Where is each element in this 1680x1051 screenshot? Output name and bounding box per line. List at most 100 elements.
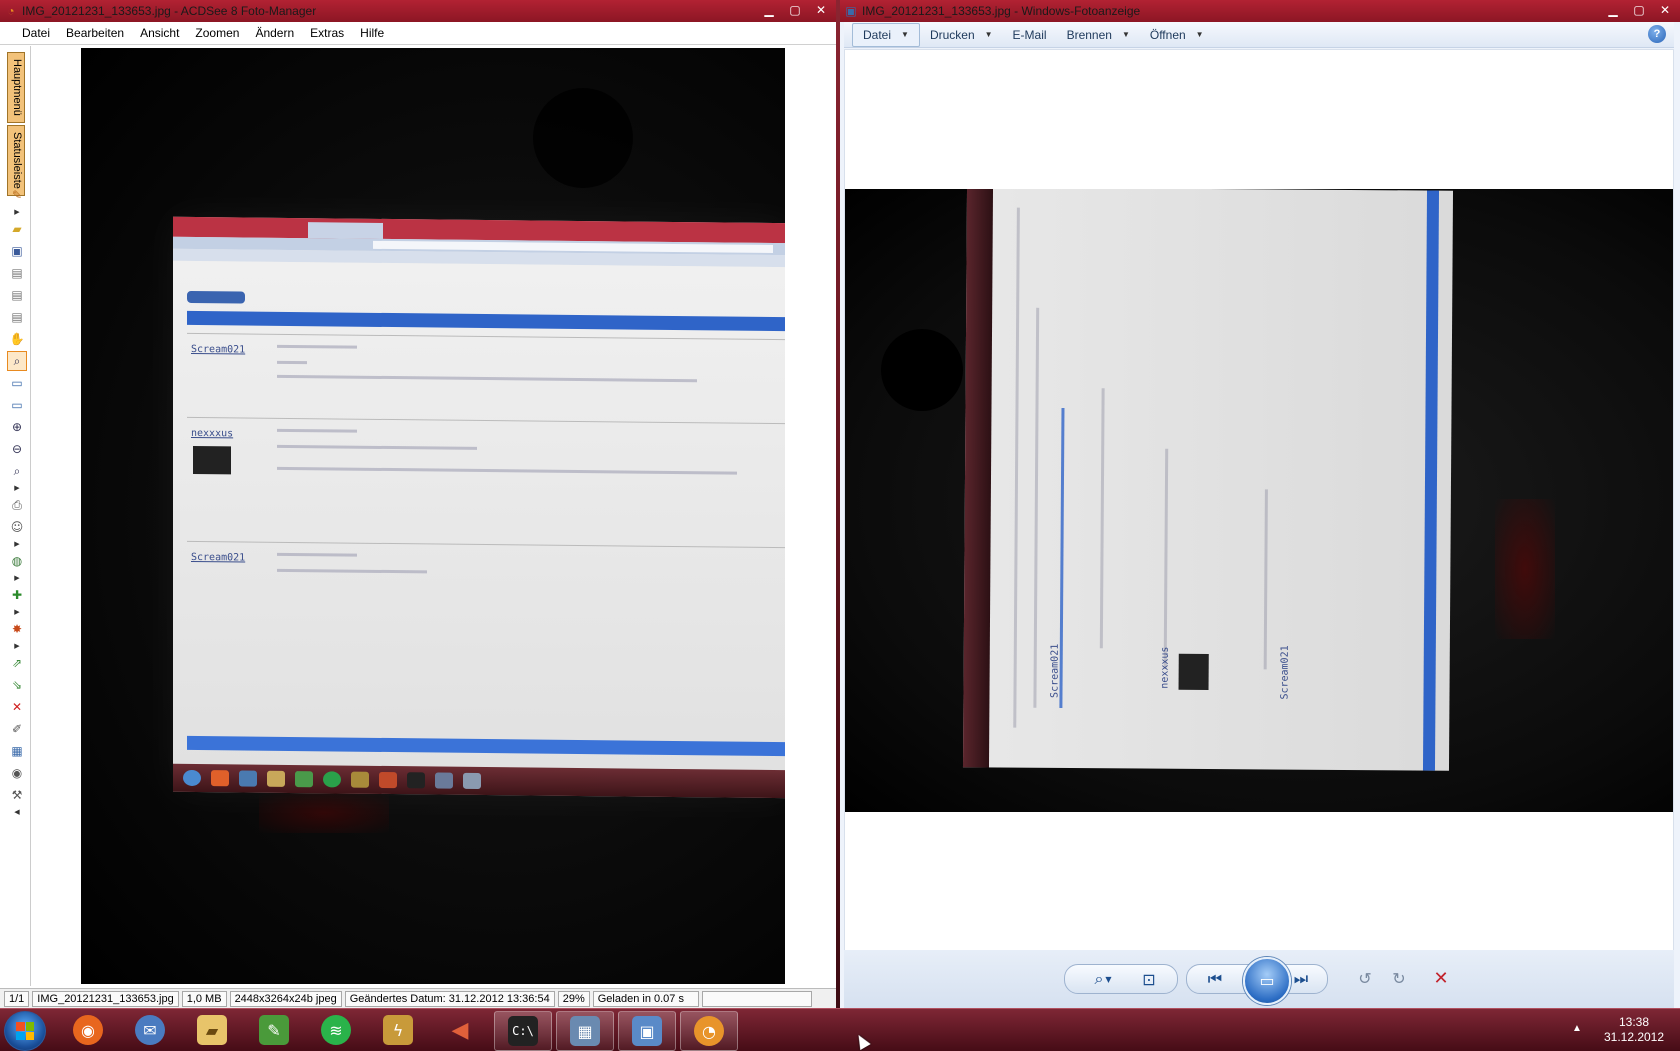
plugin-icon[interactable]: ✸ (8, 620, 26, 638)
image-icon[interactable]: ▤ (8, 264, 26, 282)
status-loaded: Geladen in 0.07 s (592, 990, 699, 1007)
chevron-right-icon[interactable]: ▶ (8, 608, 26, 616)
zoom-out-icon[interactable]: ⊖ (8, 440, 26, 458)
chevron-right-icon[interactable]: ▶ (8, 208, 26, 216)
window-controls: ▁ ▢ ✕ (758, 2, 832, 18)
clock-date: 31.12.2012 (1603, 1030, 1665, 1044)
print-icon[interactable]: ⎙ (8, 496, 26, 514)
taskbar-winamp[interactable]: ϟ (370, 1011, 426, 1049)
photo-username: nexxxus (191, 427, 234, 440)
photo-blue-bar (1422, 190, 1440, 771)
taskbar-volume[interactable]: ◀ (432, 1011, 488, 1049)
window-title: IMG_20121231_133653.jpg - ACDSee 8 Foto-… (22, 4, 317, 18)
photo-username: Scream021 (191, 551, 246, 564)
taskbar-firefox[interactable]: ◉ (60, 1011, 116, 1049)
cmd-datei[interactable]: Datei ▼ (852, 22, 920, 47)
taskbar-video[interactable]: ▦ (556, 1011, 614, 1051)
fit-icon[interactable]: ▭ (8, 396, 26, 414)
save-icon[interactable]: ▣ (8, 242, 26, 260)
chevron-right-icon[interactable]: ▶ (8, 642, 26, 650)
cmd-oeffnen[interactable]: Öffnen ▼ (1140, 24, 1214, 46)
acdsee-window: ◔ IMG_20121231_133653.jpg - ACDSee 8 Fot… (0, 0, 836, 1008)
image-icon[interactable]: ▤ (8, 286, 26, 304)
open-folder-icon[interactable]: ▰ (8, 220, 26, 238)
cmd-drucken[interactable]: Drucken ▼ (920, 24, 1003, 46)
rotate-left-icon[interactable]: ↺ (1352, 965, 1378, 991)
chevron-right-icon[interactable]: ▶ (8, 540, 26, 548)
acdsee-titlebar[interactable]: ◔ IMG_20121231_133653.jpg - ACDSee 8 Fot… (0, 0, 836, 22)
start-button[interactable] (4, 1011, 46, 1051)
zoom-icon[interactable]: ⌕ ▼ (1083, 966, 1123, 992)
menu-hilfe[interactable]: Hilfe (352, 26, 392, 40)
cmd-icon: C:\ (508, 1016, 538, 1046)
hand-icon[interactable]: ✋ (8, 330, 26, 348)
taskbar-acdsee[interactable]: ◔ (680, 1011, 738, 1051)
maximize-button[interactable]: ▢ (1628, 2, 1650, 18)
menu-ansicht[interactable]: Ansicht (132, 26, 187, 40)
taskbar-cmd[interactable]: C:\ (494, 1011, 552, 1051)
photo-avatar (1178, 653, 1209, 691)
actual-size-icon[interactable]: ⊡ (1131, 966, 1167, 992)
fit-icon[interactable]: ▭ (8, 374, 26, 392)
taskbar-thunderbird[interactable]: ✉ (122, 1011, 178, 1049)
chevron-down-icon: ▼ (984, 30, 993, 39)
slideshow-icon[interactable]: ▦ (8, 742, 26, 760)
slideshow-button[interactable]: ▭ (1243, 957, 1291, 1005)
photoviewer-icon: ▣ (632, 1016, 662, 1046)
chevron-right-icon[interactable]: ▶ (8, 574, 26, 582)
image-viewer-pane[interactable]: Scream021 nexxxus Scream021 (844, 49, 1674, 951)
user-icon[interactable]: ☺ (8, 518, 26, 536)
taskbar-spotify[interactable]: ≋ (308, 1011, 364, 1049)
export-icon[interactable]: ⇗ (8, 654, 26, 672)
taskbar: ◉ ✉ ▰ ✎ ≋ ϟ ◀ C:\ ▦ ▣ ◔ ▲ 13:38 31.12.20… (0, 1008, 1680, 1051)
clock[interactable]: 13:38 31.12.2012 (1596, 1015, 1672, 1045)
menu-aendern[interactable]: Ändern (247, 26, 302, 40)
image-icon[interactable]: ▤ (8, 308, 26, 326)
command-bar: Datei ▼ Drucken ▼ E-Mail Brennen ▼ Öffne… (844, 22, 1674, 48)
rename-icon[interactable]: ✐ (8, 720, 26, 738)
firefox-icon: ◉ (73, 1015, 103, 1045)
photo-username: Scream021 (191, 343, 246, 356)
delete-icon[interactable]: ✕ (8, 698, 26, 716)
tools-icon[interactable]: ⚒ (8, 786, 26, 804)
photoviewer-titlebar[interactable]: ▣ IMG_20121231_133653.jpg - Windows-Foto… (840, 0, 1680, 22)
menu-extras[interactable]: Extras (302, 26, 352, 40)
close-button[interactable]: ✕ (810, 2, 832, 18)
acdsee-icon: ◔ (694, 1016, 724, 1046)
edit-icon[interactable]: ✎ (8, 186, 26, 204)
zoom-tool-icon[interactable]: ⌕ (7, 351, 27, 371)
export-icon[interactable]: ⇘ (8, 676, 26, 694)
menu-bearbeiten[interactable]: Bearbeiten (58, 26, 132, 40)
status-bar: 1/1 IMG_20121231_133653.jpg 1,0 MB 2448x… (0, 988, 836, 1008)
cmd-email[interactable]: E-Mail (1003, 24, 1057, 46)
cmd-brennen[interactable]: Brennen ▼ (1057, 24, 1140, 46)
minimize-button[interactable]: ▁ (1602, 2, 1624, 18)
photo: Scream021 nexxxus Scream021 (81, 48, 785, 984)
help-button[interactable]: ? (1648, 25, 1666, 43)
image-viewer-pane[interactable]: Scream021 nexxxus Scream021 (30, 46, 835, 986)
rotate-right-icon[interactable]: ↻ (1386, 965, 1412, 991)
acdsee-app-icon: ◔ (7, 4, 15, 18)
chevron-right-icon[interactable]: ▶ (8, 484, 26, 492)
taskbar-photoviewer[interactable]: ▣ (618, 1011, 676, 1051)
menu-datei[interactable]: Datei (14, 26, 58, 40)
delete-icon[interactable]: ✕ (1428, 965, 1454, 991)
chevron-left-icon[interactable]: ◀ (8, 808, 26, 816)
taskbar-explorer[interactable]: ▰ (184, 1011, 240, 1049)
zoom-icon[interactable]: ⌕ (8, 462, 26, 480)
globe-icon[interactable]: ◍ (8, 552, 26, 570)
photo-red-glow (259, 793, 389, 833)
minimize-button[interactable]: ▁ (758, 2, 780, 18)
photo-red-glow (1495, 499, 1555, 639)
maximize-button[interactable]: ▢ (784, 2, 806, 18)
photoviewer-window: ▣ IMG_20121231_133653.jpg - Windows-Foto… (840, 0, 1680, 1008)
view-icon[interactable]: ◉ (8, 764, 26, 782)
previous-icon[interactable]: ⏮ (1197, 966, 1233, 992)
tab-hauptmenue[interactable]: Hauptmenü (7, 52, 25, 123)
menu-zoomen[interactable]: Zoomen (187, 26, 247, 40)
taskbar-notepad[interactable]: ✎ (246, 1011, 302, 1049)
tray-expand-icon[interactable]: ▲ (1572, 1023, 1582, 1034)
plugin-icon[interactable]: ✚ (8, 586, 26, 604)
zoom-in-icon[interactable]: ⊕ (8, 418, 26, 436)
close-button[interactable]: ✕ (1654, 2, 1676, 18)
